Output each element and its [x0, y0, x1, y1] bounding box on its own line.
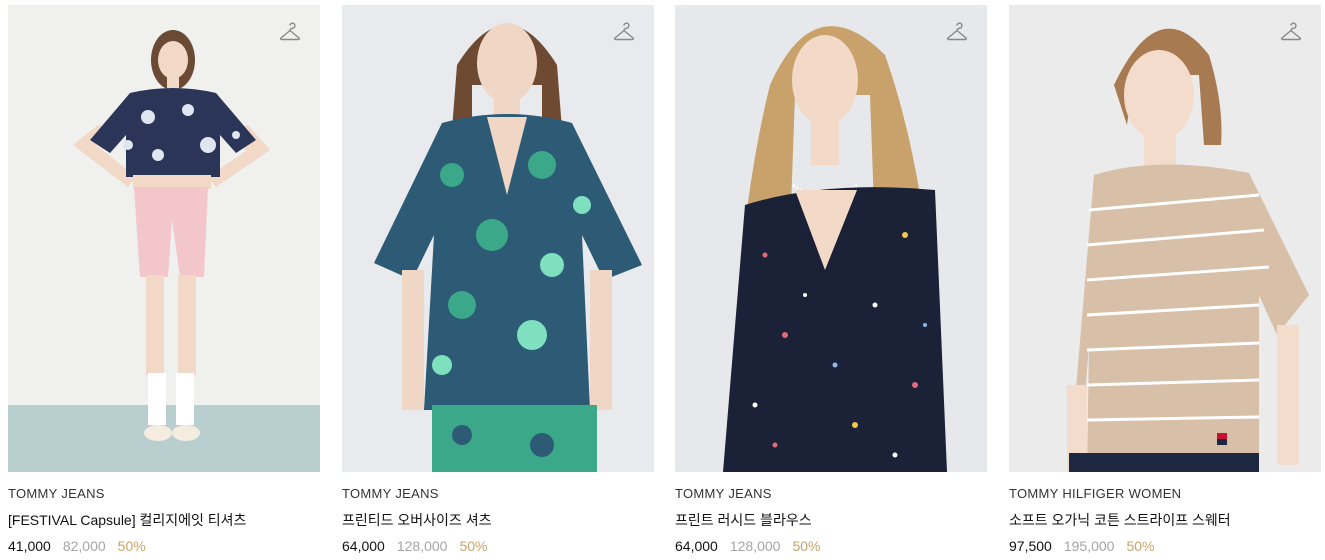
product-brand[interactable]: TOMMY JEANS: [675, 486, 987, 501]
product-name[interactable]: 프린트 러시드 블라우스: [675, 510, 987, 530]
hanger-icon[interactable]: [612, 21, 636, 45]
discount-rate: 50%: [117, 538, 146, 554]
price-row: 64,000 128,000 50%: [342, 538, 654, 554]
hanger-icon[interactable]: [1279, 21, 1303, 45]
product-photo-illustration: [8, 5, 320, 472]
original-price: 195,000: [1063, 538, 1115, 554]
product-card[interactable]: TOMMY JEANS [FESTIVAL Capsule] 컬리지에잇 티셔츠…: [8, 5, 320, 554]
product-image[interactable]: [342, 5, 654, 472]
product-brand[interactable]: TOMMY JEANS: [342, 486, 654, 501]
price-row: 64,000 128,000 50%: [675, 538, 987, 554]
product-name[interactable]: 프린티드 오버사이즈 셔츠: [342, 510, 654, 530]
product-brand[interactable]: TOMMY JEANS: [8, 486, 320, 501]
product-image[interactable]: [8, 5, 320, 472]
hanger-icon[interactable]: [278, 21, 302, 45]
product-photo-illustration: [675, 5, 987, 472]
hanger-icon[interactable]: [945, 21, 969, 45]
product-image[interactable]: [675, 5, 987, 472]
original-price: 82,000: [62, 538, 106, 554]
product-photo-illustration: [1009, 5, 1321, 472]
product-card[interactable]: TOMMY JEANS 프린티드 오버사이즈 셔츠 64,000 128,000…: [342, 5, 654, 554]
sale-price: 97,500: [1009, 538, 1052, 554]
original-price: 128,000: [396, 538, 448, 554]
sale-price: 64,000: [342, 538, 385, 554]
product-brand[interactable]: TOMMY HILFIGER WOMEN: [1009, 486, 1321, 501]
sale-price: 41,000: [8, 538, 51, 554]
discount-rate: 50%: [1126, 538, 1155, 554]
product-name[interactable]: [FESTIVAL Capsule] 컬리지에잇 티셔츠: [8, 510, 320, 530]
discount-rate: 50%: [792, 538, 821, 554]
product-grid: TOMMY JEANS [FESTIVAL Capsule] 컬리지에잇 티셔츠…: [0, 0, 1325, 560]
product-photo-illustration: [342, 5, 654, 472]
sale-price: 64,000: [675, 538, 718, 554]
discount-rate: 50%: [459, 538, 488, 554]
product-card[interactable]: TOMMY JEANS 프린트 러시드 블라우스 64,000 128,000 …: [675, 5, 987, 554]
product-name[interactable]: 소프트 오가닉 코튼 스트라이프 스웨터: [1009, 510, 1321, 530]
product-image[interactable]: [1009, 5, 1321, 472]
product-card[interactable]: TOMMY HILFIGER WOMEN 소프트 오가닉 코튼 스트라이프 스웨…: [1009, 5, 1321, 554]
price-row: 41,000 82,000 50%: [8, 538, 320, 554]
original-price: 128,000: [729, 538, 781, 554]
price-row: 97,500 195,000 50%: [1009, 538, 1321, 554]
